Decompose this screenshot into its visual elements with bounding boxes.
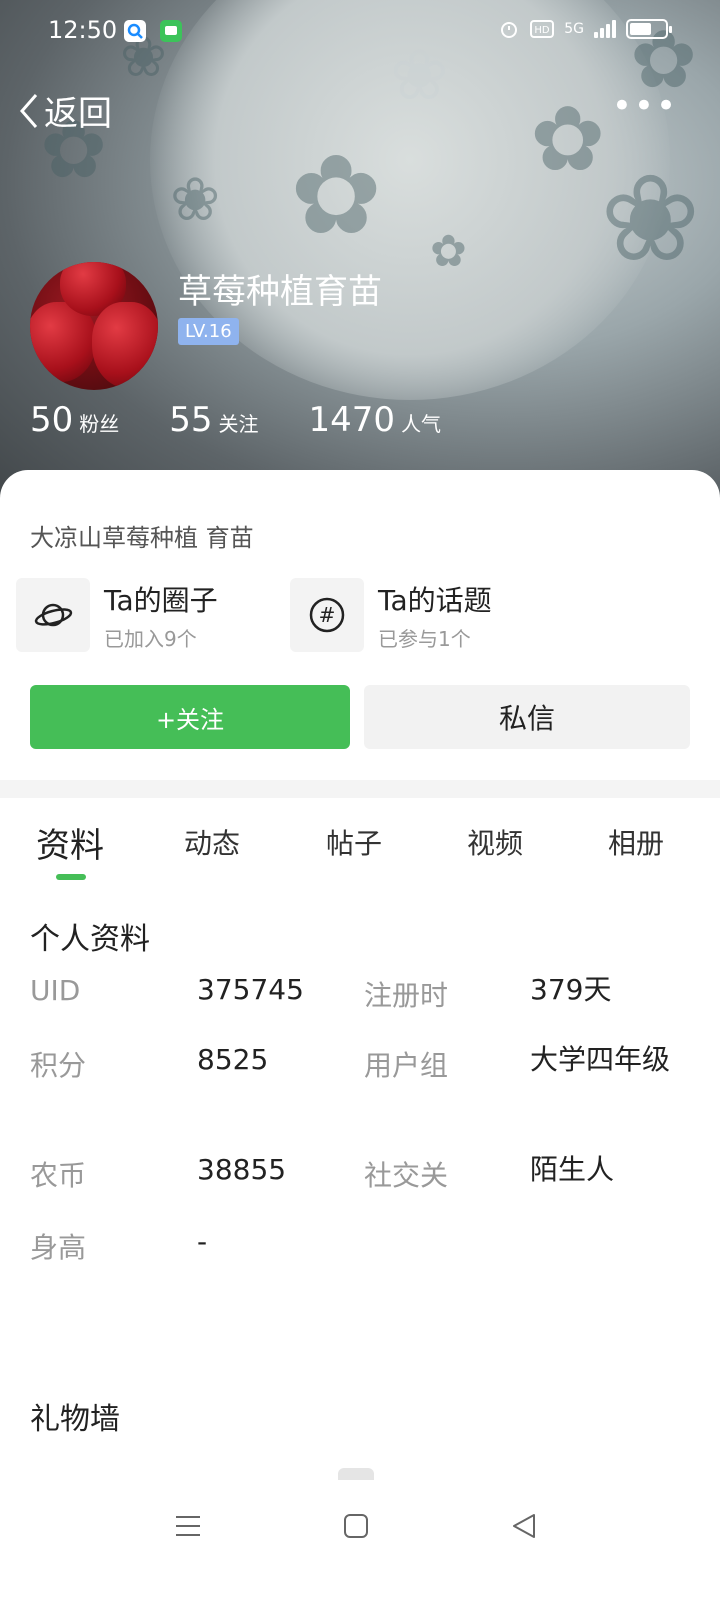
alarm-icon — [501, 22, 518, 38]
chevron-left-icon — [20, 93, 38, 128]
status-time: 12:50 — [48, 16, 118, 44]
planet-icon — [16, 578, 90, 652]
back-nav-icon[interactable] — [510, 1512, 538, 1540]
back-label: 返回 — [44, 94, 112, 134]
svg-text:HD: HD — [535, 25, 551, 36]
info-label: UID — [30, 974, 81, 1007]
message-button[interactable]: 私信 — [364, 685, 690, 749]
tab-posts[interactable]: 帖子 — [326, 822, 382, 862]
section-divider — [0, 780, 720, 798]
flower-decoration: ✿ — [290, 131, 383, 259]
tab-profile[interactable]: 资料 — [36, 818, 104, 867]
home-icon[interactable] — [342, 1512, 370, 1540]
info-value: 38855 — [197, 1153, 287, 1186]
svg-text:#: # — [319, 603, 336, 627]
status-bar: 12:50 HD 5G — [0, 0, 720, 64]
tab-activity[interactable]: 动态 — [184, 822, 240, 862]
flower-decoration: ❀ — [170, 165, 221, 235]
personal-info-title: 个人资料 — [30, 922, 150, 957]
stat-value: 50 — [30, 400, 74, 440]
more-icon: ••• — [611, 86, 678, 126]
topics-title: Ta的话题 — [378, 583, 492, 617]
profile-stats: 50 粉丝 55 关注 1470 人气 — [30, 400, 491, 440]
stat-popularity: 1470 人气 — [309, 400, 442, 440]
circles-entry[interactable]: Ta的圈子 已加入9个 — [16, 578, 218, 652]
avatar[interactable] — [30, 262, 158, 390]
profile-card: 大凉山草莓种植 育苗 Ta的圈子 已加入9个 # Ta的话题 已参与1个 +关注… — [0, 470, 720, 780]
circles-title: Ta的圈子 — [104, 583, 218, 617]
system-navigation-bar — [0, 1480, 720, 1600]
info-label: 用户组 — [364, 1049, 449, 1082]
topics-subtitle: 已参与1个 — [378, 626, 471, 651]
status-right-icons: HD 5G — [498, 18, 672, 40]
back-button[interactable]: 返回 — [18, 86, 112, 135]
info-value: 陌生人 — [530, 1153, 615, 1186]
profile-tabs: 资料 动态 帖子 视频 相册 — [0, 812, 720, 892]
more-options-button[interactable]: ••• — [612, 89, 678, 123]
menu-icon[interactable] — [174, 1512, 202, 1540]
profile-header-background: ✿ ❀ ✿ ❀ ✿ ❀ ✿ ✿ ❀ — [0, 0, 720, 520]
topics-entry[interactable]: # Ta的话题 已参与1个 — [290, 578, 492, 652]
level-badge: LV.16 — [178, 318, 239, 345]
flower-decoration: ❀ — [600, 150, 701, 289]
info-label: 身高 — [30, 1231, 87, 1264]
message-app-icon — [160, 20, 182, 42]
info-label: 注册时 — [364, 979, 449, 1012]
profile-bio: 大凉山草莓种植 育苗 — [30, 524, 254, 552]
info-value: 375745 — [197, 973, 304, 1006]
info-value: 8525 — [197, 1043, 269, 1076]
circles-subtitle: 已加入9个 — [104, 626, 197, 651]
strawberry-image — [92, 302, 158, 388]
info-label: 农币 — [30, 1159, 87, 1192]
stat-label: 人气 — [401, 412, 442, 436]
active-tab-indicator — [56, 874, 86, 880]
flower-decoration: ✿ — [530, 87, 606, 192]
battery-icon — [626, 19, 672, 39]
stat-following[interactable]: 55 关注 — [169, 400, 258, 440]
signal-icon — [594, 20, 616, 38]
info-value: - — [197, 1225, 208, 1258]
gift-wall-title: 礼物墙 — [30, 1402, 120, 1437]
info-label: 社交关 — [364, 1159, 449, 1192]
stat-label: 粉丝 — [79, 412, 120, 436]
stat-value: 55 — [169, 400, 213, 440]
tab-videos[interactable]: 视频 — [467, 822, 523, 862]
tab-album[interactable]: 相册 — [608, 822, 664, 862]
follow-button[interactable]: +关注 — [30, 685, 350, 749]
flower-decoration: ✿ — [430, 226, 467, 277]
profile-name: 草莓种植育苗 — [178, 272, 382, 312]
hd-icon: HD — [530, 20, 555, 38]
stat-value: 1470 — [308, 400, 396, 440]
search-app-icon — [124, 20, 146, 42]
info-label: 积分 — [30, 1049, 87, 1082]
stat-fans[interactable]: 50 粉丝 — [30, 400, 119, 440]
hashtag-icon: # — [290, 578, 364, 652]
info-value: 大学四年级 — [530, 1043, 671, 1076]
network-type: 5G — [564, 21, 584, 37]
info-value: 379天 — [530, 973, 612, 1006]
stat-label: 关注 — [218, 412, 259, 436]
